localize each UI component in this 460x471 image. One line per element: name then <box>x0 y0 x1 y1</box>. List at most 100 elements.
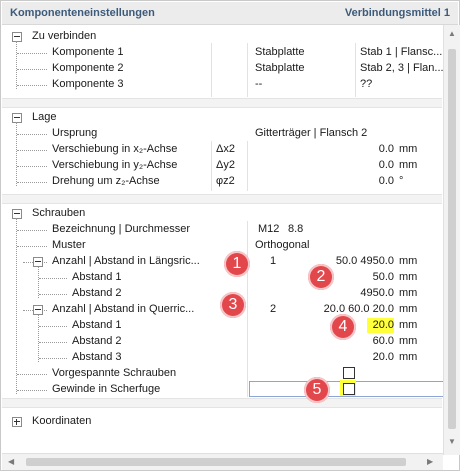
row-laengs-abstand-1[interactable]: Abstand 1 50.0 mm <box>2 270 442 286</box>
row-value[interactable]: 0.0 <box>362 159 394 171</box>
row-unit: mm <box>399 287 418 299</box>
row-label: Ursprung <box>52 127 98 139</box>
row-value[interactable]: 50.0 4950.0 <box>298 255 394 267</box>
row-label: Abstand 1 <box>72 271 122 283</box>
row-label: Vorgespannte Schrauben <box>52 367 177 379</box>
section-title: Schrauben <box>32 207 86 219</box>
row-komponente-1[interactable]: Komponente 1 Stabplatte Stab 1 | Flansc.… <box>2 45 442 61</box>
row-quer-abstand-1[interactable]: Abstand 1 20.0 mm <box>2 318 442 334</box>
row-label: Verschiebung in x₂-Achse <box>52 143 178 155</box>
vertical-scrollbar[interactable]: ▲ ▼ <box>443 25 460 455</box>
row-label: Anzahl | Abstand in Querric... <box>52 303 195 315</box>
horizontal-scrollbar[interactable]: ◀ ▶ <box>2 453 443 470</box>
bolt-grade[interactable]: 8.8 <box>288 223 303 235</box>
gewinde-checkbox[interactable] <box>343 383 355 395</box>
row-komponente-3[interactable]: Komponente 3 -- ?? <box>2 77 442 93</box>
row-komponente-2[interactable]: Komponente 2 Stabplatte Stab 2, 3 | Flan… <box>2 61 444 77</box>
scroll-down-icon[interactable]: ▼ <box>448 437 456 446</box>
row-gewinde[interactable]: Gewinde in Scherfuge <box>2 382 442 398</box>
row-unit: mm <box>399 351 418 363</box>
annotation-badge: 5 <box>304 377 330 403</box>
row-value[interactable]: 0.0 <box>362 143 394 155</box>
row-label: Gewinde in Scherfuge <box>52 383 161 395</box>
collapse-icon[interactable] <box>12 113 22 123</box>
panel-context-label: Verbindungsmittel 1 <box>344 7 450 19</box>
row-label: Verschiebung in y₂-Achse <box>52 159 178 171</box>
row-verschiebung-y[interactable]: Verschiebung in y₂-Achse Δy2 0.0 mm <box>2 158 442 174</box>
row-unit: mm <box>399 335 418 347</box>
row-count[interactable]: 2 <box>270 303 276 315</box>
row-verschiebung-x[interactable]: Verschiebung in x₂-Achse Δx2 0.0 mm <box>2 142 442 158</box>
row-count[interactable]: 1 <box>270 255 276 267</box>
row-value[interactable]: 20.0 60.0 20.0 <box>298 303 394 315</box>
section-lage[interactable]: Lage <box>2 110 442 126</box>
row-quer-abstand-2[interactable]: Abstand 2 60.0 mm <box>2 334 442 350</box>
row-bezeichnung[interactable]: Bezeichnung | Durchmesser M12 8.8 <box>2 222 442 238</box>
row-symbol: φz2 <box>216 175 235 187</box>
row-unit: mm <box>399 255 418 267</box>
row-label: Abstand 3 <box>72 351 122 363</box>
scrollbar-thumb[interactable] <box>448 49 456 429</box>
row-value[interactable]: 50.0 <box>342 271 394 283</box>
row-label: Bezeichnung | Durchmesser <box>52 223 190 235</box>
section-separator <box>2 194 442 204</box>
annotation-badge: 2 <box>308 264 334 290</box>
row-label: Abstand 1 <box>72 319 122 331</box>
row-value[interactable]: Orthogonal <box>255 239 309 251</box>
row-label: Anzahl | Abstand in Längsric... <box>52 255 200 267</box>
scrollbar-thumb[interactable] <box>26 458 406 466</box>
annotation-badge: 4 <box>330 314 356 340</box>
panel-title: Komponenteneinstellungen <box>10 7 155 19</box>
row-label: Muster <box>52 239 86 251</box>
section-title: Koordinaten <box>32 415 92 427</box>
row-value[interactable]: ?? <box>360 78 372 90</box>
row-symbol: Δx2 <box>216 143 235 155</box>
row-value[interactable]: 4950.0 <box>342 287 394 299</box>
row-unit: mm <box>399 271 418 283</box>
component-settings-panel: Komponenteneinstellungen Verbindungsmitt… <box>0 0 460 471</box>
scroll-right-icon[interactable]: ▶ <box>427 457 433 466</box>
collapse-icon[interactable] <box>33 257 43 267</box>
section-koordinaten[interactable]: Koordinaten <box>2 414 442 430</box>
row-value[interactable]: Stab 2, 3 | Flan... <box>360 62 444 74</box>
row-vorgespannt[interactable]: Vorgespannte Schrauben <box>2 366 442 382</box>
section-title: Lage <box>32 111 57 123</box>
vorgespannt-checkbox[interactable] <box>343 367 355 379</box>
row-type: Stabplatte <box>255 62 305 74</box>
section-separator <box>2 398 442 408</box>
row-value-highlighted[interactable]: 20.0 <box>367 318 394 333</box>
row-unit: mm <box>399 159 418 171</box>
row-value[interactable]: 20.0 <box>342 351 394 363</box>
collapse-icon[interactable] <box>12 32 22 42</box>
row-unit: ° <box>399 175 404 187</box>
row-anzahl-laengs[interactable]: Anzahl | Abstand in Längsric... 1 50.0 4… <box>2 254 442 270</box>
row-muster[interactable]: Muster Orthogonal <box>2 238 442 254</box>
row-unit: mm <box>399 143 418 155</box>
collapse-icon[interactable] <box>12 209 22 219</box>
row-ursprung[interactable]: Ursprung Gitterträger | Flansch 2 <box>2 126 442 142</box>
annotation-badge: 3 <box>220 292 246 318</box>
panel-header: Komponenteneinstellungen Verbindungsmitt… <box>2 2 458 25</box>
scroll-left-icon[interactable]: ◀ <box>8 457 14 466</box>
row-type: -- <box>255 78 263 90</box>
row-label: Komponente 3 <box>52 78 124 90</box>
row-quer-abstand-3[interactable]: Abstand 3 20.0 mm <box>2 350 442 366</box>
collapse-icon[interactable] <box>33 305 43 315</box>
section-zu-verbinden[interactable]: Zu verbinden <box>2 29 442 45</box>
row-drehung-z[interactable]: Drehung um z₂-Achse φz2 0.0 ° <box>2 174 442 190</box>
scroll-up-icon[interactable]: ▲ <box>448 29 456 38</box>
row-value[interactable]: Gitterträger | Flansch 2 <box>255 127 367 139</box>
section-schrauben[interactable]: Schrauben <box>2 206 442 222</box>
row-value[interactable]: 0.0 <box>362 175 394 187</box>
row-label: Komponente 1 <box>52 46 124 58</box>
row-label: Drehung um z₂-Achse <box>52 175 160 187</box>
row-type: Stabplatte <box>255 46 305 58</box>
section-separator <box>2 98 442 108</box>
row-unit: mm <box>399 319 418 331</box>
bolt-size[interactable]: M12 <box>258 223 279 235</box>
expand-icon[interactable] <box>12 417 22 427</box>
section-title: Zu verbinden <box>32 30 97 42</box>
row-label: Komponente 2 <box>52 62 124 74</box>
row-label: Abstand 2 <box>72 287 122 299</box>
row-value[interactable]: Stab 1 | Flansc... <box>360 46 442 58</box>
